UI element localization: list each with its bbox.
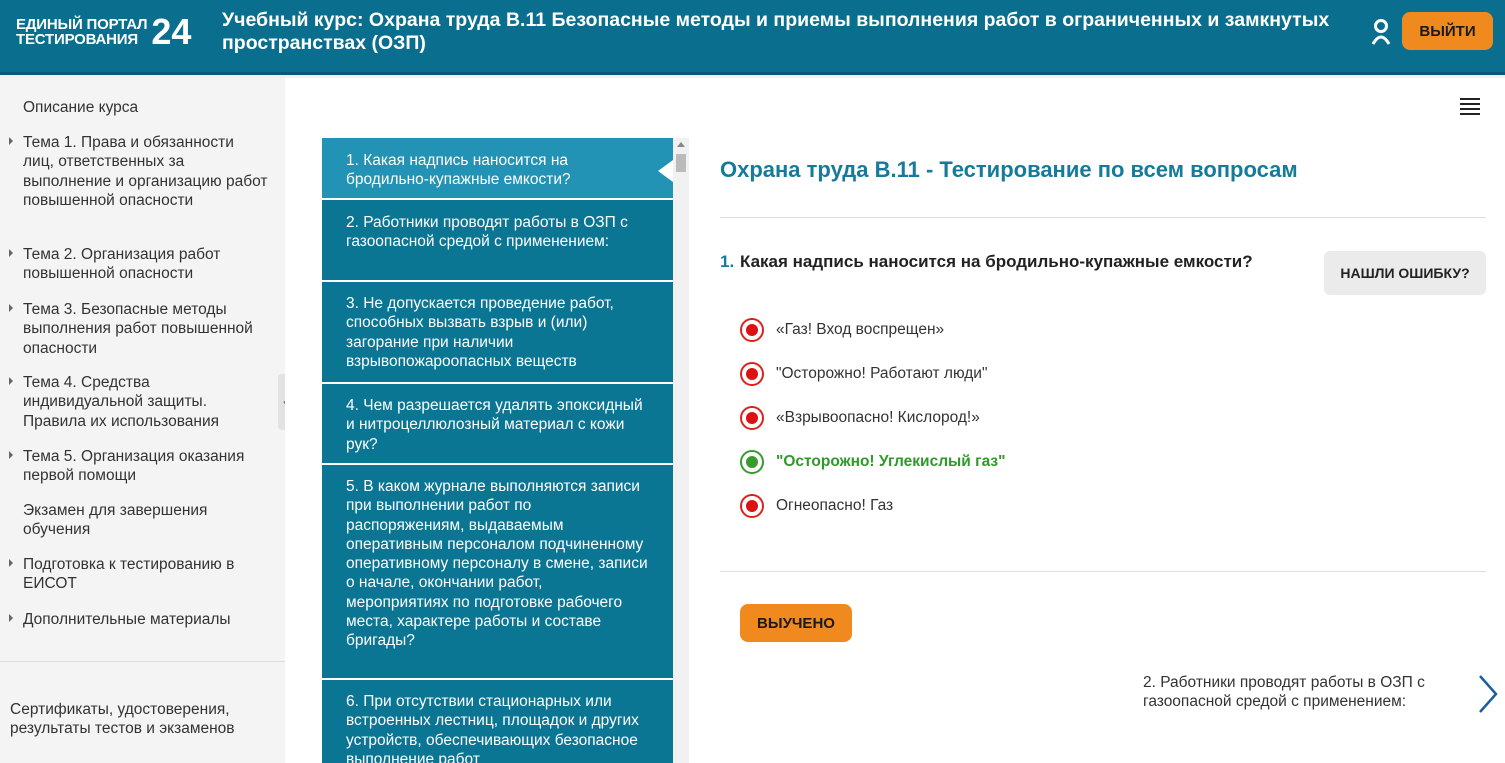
questions-list[interactable]: 1. Какая надпись наносится на бродильно-…: [322, 138, 673, 763]
question-list-item[interactable]: 5. В каком журнале выполняются записи пр…: [322, 465, 673, 680]
logo-number: 24: [151, 11, 192, 52]
caret-right-icon: [9, 304, 13, 312]
sidebar-item-topic-4[interactable]: Тема 4. Средства индивидуальной защиты. …: [9, 373, 268, 431]
user-icon[interactable]: [1370, 18, 1392, 46]
test-title: Охрана труда В.11 - Тестирование по всем…: [720, 157, 1298, 182]
top-header: ЕДИНЫЙ ПОРТАЛ ТЕСТИРОВАНИЯ 24 Учебный ку…: [0, 0, 1505, 75]
caret-right-icon: [9, 614, 13, 622]
answer-text: "Осторожно! Работают люди": [776, 365, 988, 382]
correct-answer-radio-icon: [740, 450, 764, 474]
caret-right-icon: [9, 451, 13, 459]
caret-right-icon: [9, 137, 13, 145]
sidebar-item-label: Тема 2. Организация работ повышенной опа…: [23, 246, 221, 283]
sidebar-item-eisot-prep[interactable]: Подготовка к тестированию в ЕИСОТ: [9, 555, 268, 594]
wrong-answer-radio-icon: [740, 362, 764, 386]
questions-scrollbar[interactable]: [673, 138, 689, 763]
logo-line1: ЕДИНЫЙ ПОРТАЛ: [16, 16, 148, 33]
question-number: 1.: [720, 252, 735, 271]
question-list-item[interactable]: 6. При отсутствии стационарных или встро…: [322, 680, 673, 763]
wrong-answer-radio-icon: [740, 494, 764, 518]
sidebar-item-description[interactable]: Описание курса: [23, 98, 268, 117]
sidebar-item-exam[interactable]: Экзамен для завершения обучения: [23, 501, 268, 540]
sidebar-item-certificates[interactable]: Сертификаты, удостоверения, результаты т…: [10, 700, 270, 739]
question-list-item[interactable]: 1. Какая надпись наносится на бродильно-…: [322, 138, 673, 200]
sidebar-item-label: Подготовка к тестированию в ЕИСОТ: [23, 556, 235, 593]
answers-divider: [720, 571, 1486, 572]
sidebar-item-label: Экзамен для завершения обучения: [23, 502, 208, 539]
caret-right-icon: [9, 249, 13, 257]
course-title: Учебный курс: Охрана труда В.11 Безопасн…: [222, 9, 1330, 54]
answer-option[interactable]: «Взрывоопасно! Кислород!»: [740, 406, 980, 430]
sidebar-item-extra-materials[interactable]: Дополнительные материалы: [9, 610, 268, 629]
title-divider: [720, 217, 1486, 218]
scroll-thumb[interactable]: [676, 154, 686, 172]
sidebar-item-label: Дополнительные материалы: [23, 611, 231, 628]
sidebar-item-label: Тема 4. Средства индивидуальной защиты. …: [23, 374, 220, 430]
answer-option[interactable]: Огнеопасно! Газ: [740, 494, 893, 518]
wrong-answer-radio-icon: [740, 406, 764, 430]
answer-option-correct[interactable]: "Осторожно! Углекислый газ": [740, 450, 1005, 474]
answer-text: «Взрывоопасно! Кислород!»: [776, 409, 980, 426]
hamburger-menu-icon[interactable]: [1460, 98, 1480, 115]
scroll-up-icon[interactable]: [677, 142, 685, 147]
sidebar-item-label: Описание курса: [23, 99, 139, 116]
sidebar-item-topic-5[interactable]: Тема 5. Организация оказания первой помо…: [9, 447, 268, 486]
question-text: Какая надпись наносится на бродильно-куп…: [740, 252, 1253, 271]
caret-right-icon: [9, 559, 13, 567]
portal-logo[interactable]: ЕДИНЫЙ ПОРТАЛ ТЕСТИРОВАНИЯ 24: [16, 14, 191, 50]
question-list-item[interactable]: 2. Работники проводят работы в ОЗП с газ…: [322, 200, 673, 282]
course-sidebar: Описание курса Тема 1. Права и обязаннос…: [0, 78, 285, 763]
report-error-button[interactable]: НАШЛИ ОШИБКУ?: [1324, 251, 1486, 295]
sidebar-item-label: Тема 3. Безопасные методы выполнения раб…: [23, 301, 253, 357]
answer-text: "Осторожно! Углекислый газ": [776, 453, 1006, 470]
question-list-item[interactable]: 3. Не допускается проведение работ, спос…: [322, 282, 673, 384]
caret-right-icon: [9, 377, 13, 385]
answer-option[interactable]: «Газ! Вход воспрещен»: [740, 318, 944, 342]
sidebar-item-label: Тема 1. Права и обязанности лиц, ответст…: [23, 134, 268, 209]
answer-text: Огнеопасно! Газ: [776, 497, 894, 514]
sidebar-item-topic-1[interactable]: Тема 1. Права и обязанности лиц, ответст…: [9, 133, 268, 210]
logout-button[interactable]: ВЫЙТИ: [1402, 12, 1493, 50]
active-question-pointer: [658, 160, 673, 182]
sidebar-divider: [0, 661, 285, 662]
main-content: 1. Какая надпись наносится на бродильно-…: [285, 78, 1505, 763]
sidebar-item-topic-2[interactable]: Тема 2. Организация работ повышенной опа…: [9, 245, 268, 284]
sidebar-item-label: Тема 5. Организация оказания первой помо…: [23, 448, 245, 485]
chevron-right-icon[interactable]: [1475, 673, 1501, 715]
next-question-link[interactable]: 2. Работники проводят работы в ОЗП с газ…: [1143, 673, 1468, 712]
sidebar-item-topic-3[interactable]: Тема 3. Безопасные методы выполнения раб…: [9, 300, 268, 358]
question-list-item[interactable]: 4. Чем разрешается удалять эпоксидный и …: [322, 384, 673, 465]
learned-button[interactable]: ВЫУЧЕНО: [740, 604, 852, 642]
logo-line2: ТЕСТИРОВАНИЯ: [16, 31, 138, 48]
answer-option[interactable]: "Осторожно! Работают люди": [740, 362, 987, 386]
answer-text: «Газ! Вход воспрещен»: [776, 321, 945, 338]
wrong-answer-radio-icon: [740, 318, 764, 342]
